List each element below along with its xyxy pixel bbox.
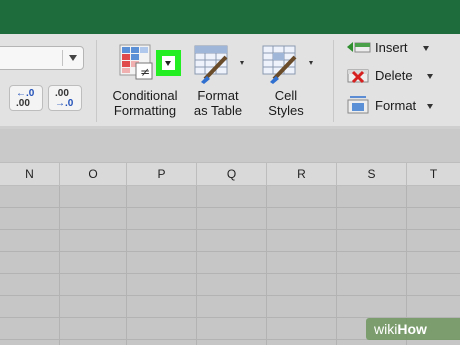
grid-row-line	[0, 295, 460, 296]
grid-col-line	[336, 186, 337, 345]
decrease-decimal-button[interactable]: .00 →.0	[48, 85, 82, 111]
column-header[interactable]: T	[407, 163, 460, 185]
decrease-decimal-bottom: →.0	[55, 98, 74, 109]
column-header[interactable]: R	[267, 163, 337, 185]
column-header[interactable]: O	[60, 163, 127, 185]
grid-col-line	[126, 186, 127, 345]
chevron-down-icon	[165, 61, 171, 66]
label-line-1: Format	[197, 88, 239, 103]
label-line-2: as Table	[193, 103, 243, 118]
format-label: Format	[375, 98, 417, 113]
ribbon-group-divider	[96, 40, 97, 122]
chevron-down-icon[interactable]	[423, 46, 429, 51]
cell-styles-icon	[262, 45, 313, 84]
grid-col-line	[59, 186, 60, 345]
dropdown-separator	[62, 50, 63, 66]
watermark-suffix: How	[397, 321, 427, 337]
formula-bar-area	[0, 129, 460, 162]
conditional-formatting-dropdown[interactable]	[156, 50, 181, 76]
format-as-table-label: Format as Table	[182, 88, 254, 118]
chevron-down-icon[interactable]	[69, 55, 77, 61]
insert-icon	[347, 42, 371, 53]
format-as-table-icon	[194, 45, 244, 84]
column-header[interactable]: S	[337, 163, 407, 185]
format-cells-icon	[347, 96, 369, 114]
grid-row-line	[0, 251, 460, 252]
label-line-1: Cell	[274, 88, 298, 103]
label-line-2: Formatting	[113, 103, 177, 118]
chevron-down-icon[interactable]	[427, 74, 433, 79]
title-bar	[0, 0, 460, 34]
watermark-prefix: wiki	[374, 321, 398, 337]
format-cells-button[interactable]: Format	[346, 96, 436, 116]
grid-row-line	[0, 273, 460, 274]
conditional-formatting-button[interactable]: ≠ Conditional Formatting	[104, 40, 186, 122]
delete-icon	[347, 69, 369, 84]
grid-row-line	[0, 207, 460, 208]
label-line-2: Styles	[268, 103, 304, 118]
conditional-formatting-label: Conditional Formatting	[98, 88, 192, 118]
ribbon-group-divider	[333, 40, 334, 122]
column-header[interactable]: N	[0, 163, 60, 185]
insert-button[interactable]: Insert	[346, 38, 436, 58]
white-dropdown-box	[162, 56, 175, 70]
chevron-down-icon[interactable]	[427, 104, 433, 109]
conditional-formatting-icon: ≠	[119, 44, 153, 80]
grid-col-line	[196, 186, 197, 345]
cell-styles-label: Cell Styles	[253, 88, 319, 118]
increase-decimal-button[interactable]: ←.0 .00	[9, 85, 43, 111]
delete-label: Delete	[375, 68, 413, 83]
grid-row-line	[0, 229, 460, 230]
delete-button[interactable]: Delete	[346, 66, 436, 86]
column-header[interactable]: P	[127, 163, 197, 185]
increase-decimal-bottom: .00	[16, 98, 30, 109]
column-header[interactable]: Q	[197, 163, 267, 185]
insert-label: Insert	[375, 40, 408, 55]
grid-col-line	[266, 186, 267, 345]
wikihow-watermark: wikiHow	[366, 318, 460, 340]
column-header-row: N O P Q R S T	[0, 162, 460, 186]
svg-text:≠: ≠	[140, 65, 150, 79]
number-format-dropdown[interactable]	[0, 46, 84, 70]
cell-styles-button[interactable]: Cell Styles	[256, 40, 322, 122]
label-line-1: Conditional	[112, 88, 178, 103]
format-as-table-button[interactable]: Format as Table	[188, 40, 254, 122]
